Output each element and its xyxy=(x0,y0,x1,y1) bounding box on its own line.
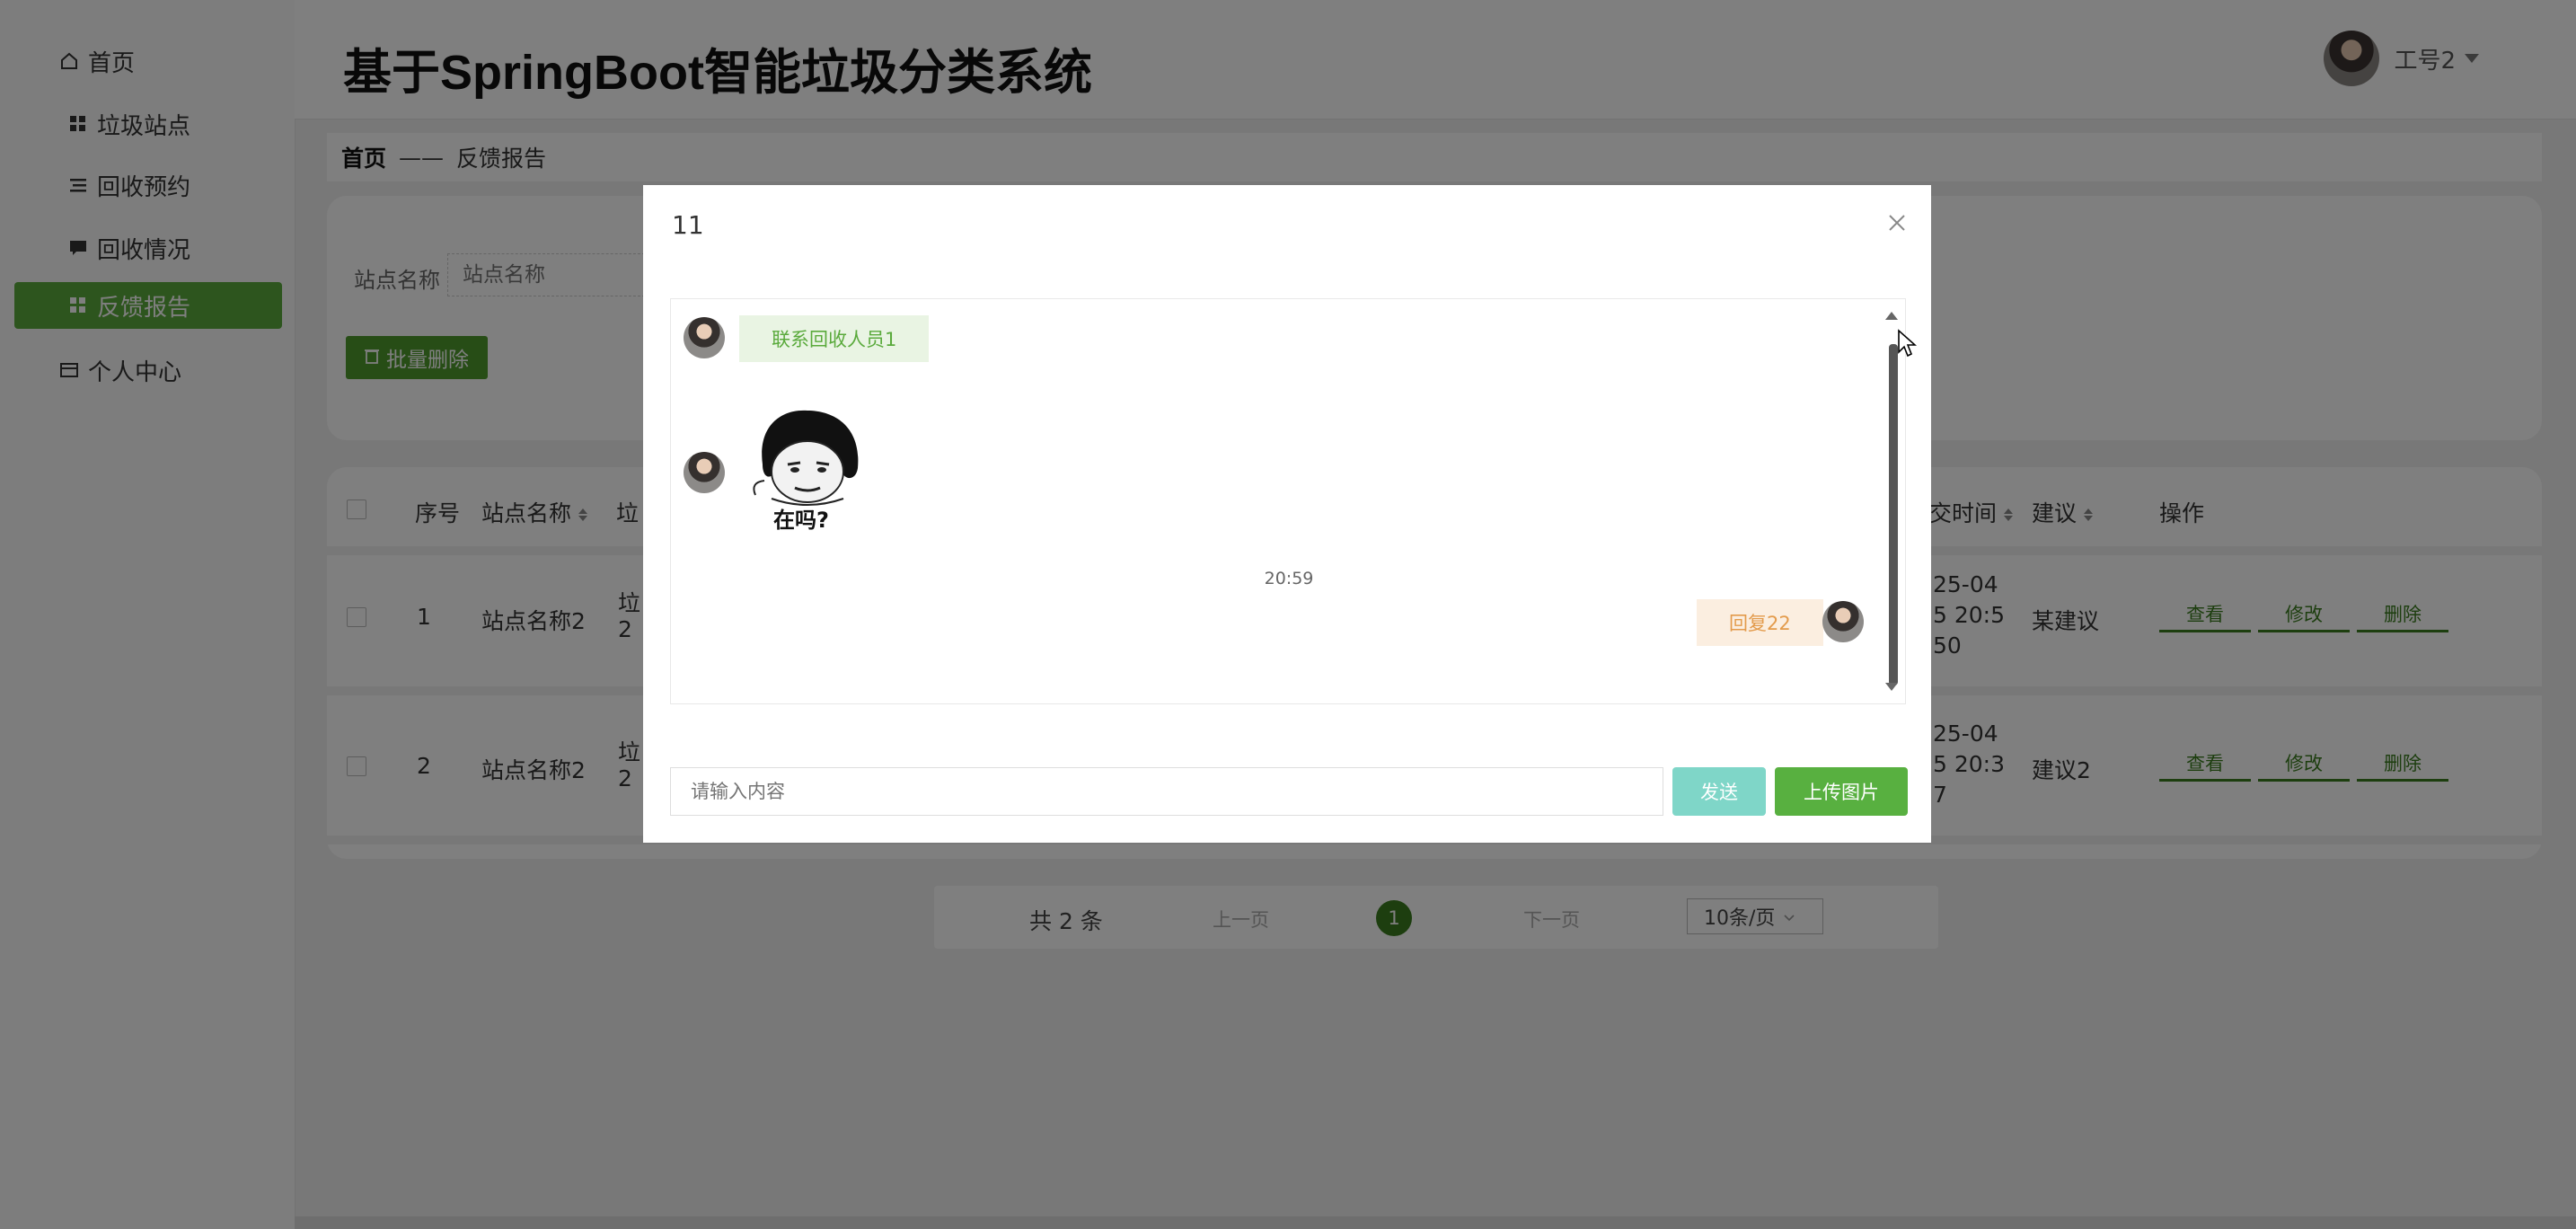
send-button[interactable]: 发送 xyxy=(1672,767,1766,816)
avatar xyxy=(684,317,725,358)
chat-message-left: 联系回收人员1 xyxy=(739,315,930,362)
scrollbar-thumb[interactable] xyxy=(1889,344,1898,685)
sticker-image: 在吗? xyxy=(745,405,870,538)
dialog-title: 11 xyxy=(672,210,704,240)
upload-image-button[interactable]: 上传图片 xyxy=(1775,767,1908,816)
chat-message-right: 回复22 xyxy=(1697,599,1823,646)
message-input[interactable] xyxy=(670,767,1663,816)
chat-messages: 联系回收人员1 在吗? 20:59 回复22 xyxy=(670,298,1906,704)
avatar xyxy=(684,452,725,493)
chat-timestamp: 20:59 xyxy=(1264,569,1314,588)
chat-dialog: 11 联系回收人员1 在吗? 20:59 回复22 请输入内容 发送 上传图片 xyxy=(643,185,1931,843)
mouse-cursor-icon xyxy=(1897,329,1918,361)
sticker-caption: 在吗? xyxy=(773,508,829,533)
chat-scrollbar[interactable] xyxy=(1885,303,1903,700)
scroll-up-icon[interactable] xyxy=(1885,312,1898,320)
scroll-down-icon[interactable] xyxy=(1885,683,1898,691)
close-icon[interactable] xyxy=(1886,212,1910,235)
avatar xyxy=(1822,601,1864,642)
